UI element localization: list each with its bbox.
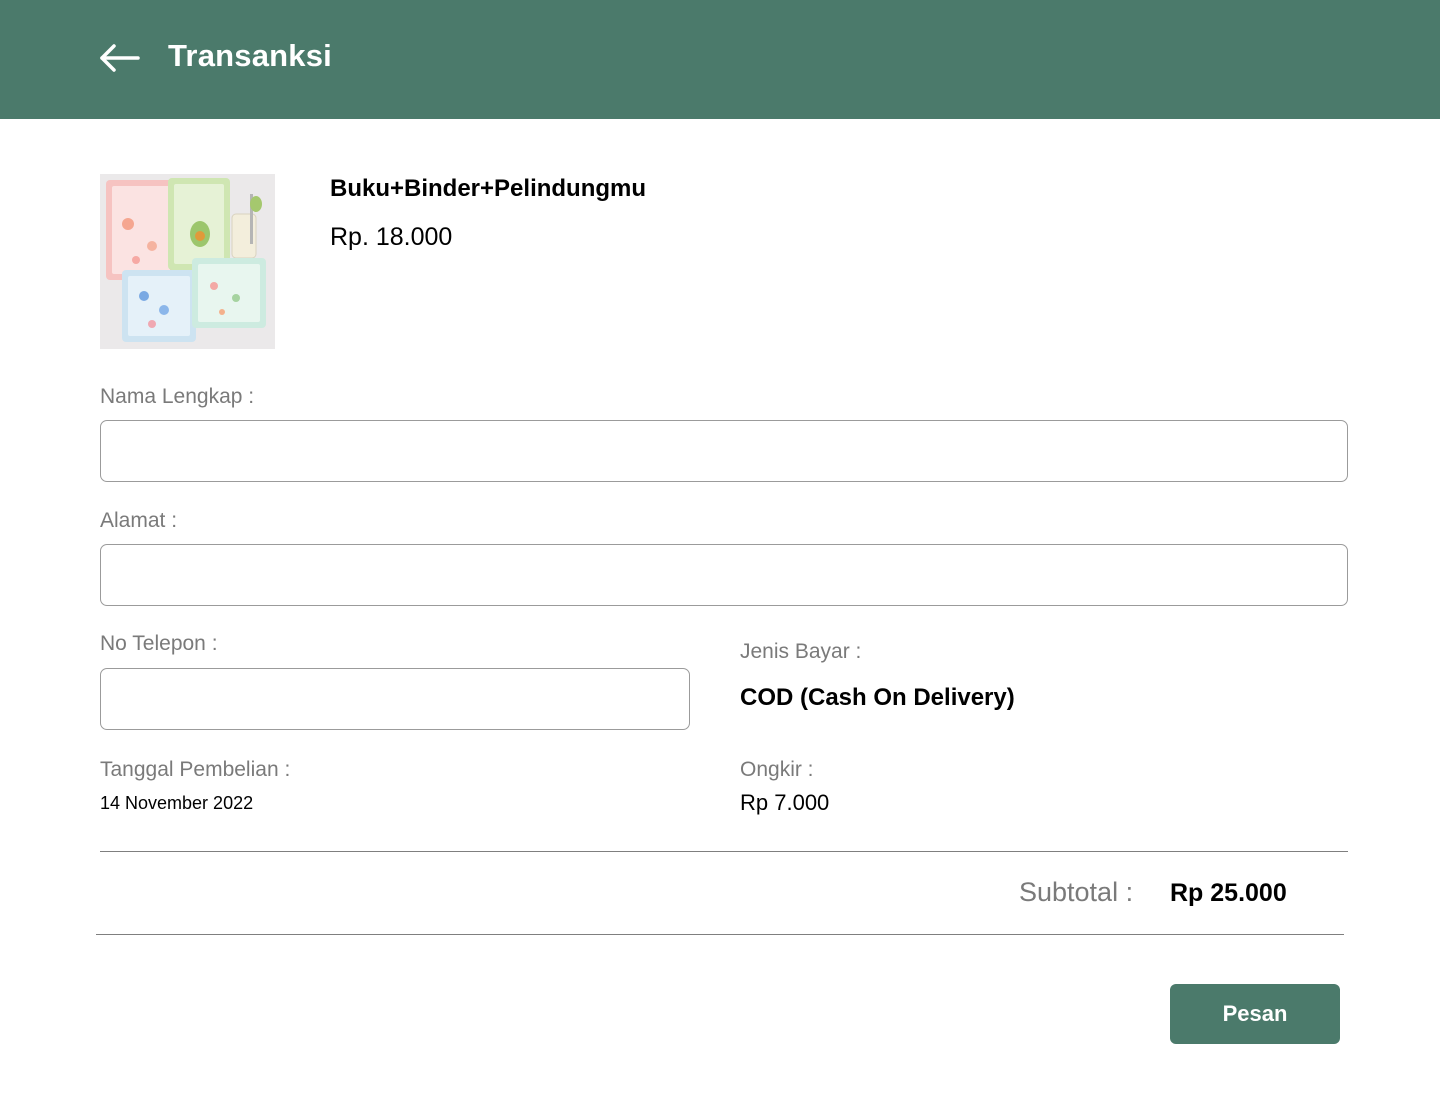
product-image xyxy=(100,174,275,349)
app-header: Transanksi xyxy=(0,0,1440,119)
product-name: Buku+Binder+Pelindungmu xyxy=(330,175,647,202)
arrow-left-icon xyxy=(100,44,140,72)
shipping-value: Rp 7.000 xyxy=(740,790,830,815)
notebook-product-image xyxy=(100,174,275,349)
purchase-date-value: 14 November 2022 xyxy=(100,793,254,813)
page-title: Transanksi xyxy=(168,38,332,73)
full-name-input[interactable] xyxy=(100,420,1348,482)
divider-top xyxy=(100,851,1348,852)
back-button[interactable] xyxy=(98,40,140,76)
payment-type-label: Jenis Bayar : xyxy=(740,640,862,663)
payment-type-value: COD (Cash On Delivery) xyxy=(740,684,1015,711)
shipping-label: Ongkir : xyxy=(740,758,814,781)
product-price: Rp. 18.000 xyxy=(330,223,453,251)
purchase-date-label: Tanggal Pembelian : xyxy=(100,758,291,781)
address-input[interactable] xyxy=(100,544,1348,606)
subtotal-value: Rp 25.000 xyxy=(1170,879,1287,907)
phone-label: No Telepon : xyxy=(100,632,218,655)
full-name-label: Nama Lengkap : xyxy=(100,385,255,408)
address-label: Alamat : xyxy=(100,509,178,532)
phone-input[interactable] xyxy=(100,668,690,730)
divider-bottom xyxy=(96,934,1344,935)
subtotal-label: Subtotal : xyxy=(1019,877,1134,907)
order-button[interactable]: Pesan xyxy=(1170,984,1340,1044)
